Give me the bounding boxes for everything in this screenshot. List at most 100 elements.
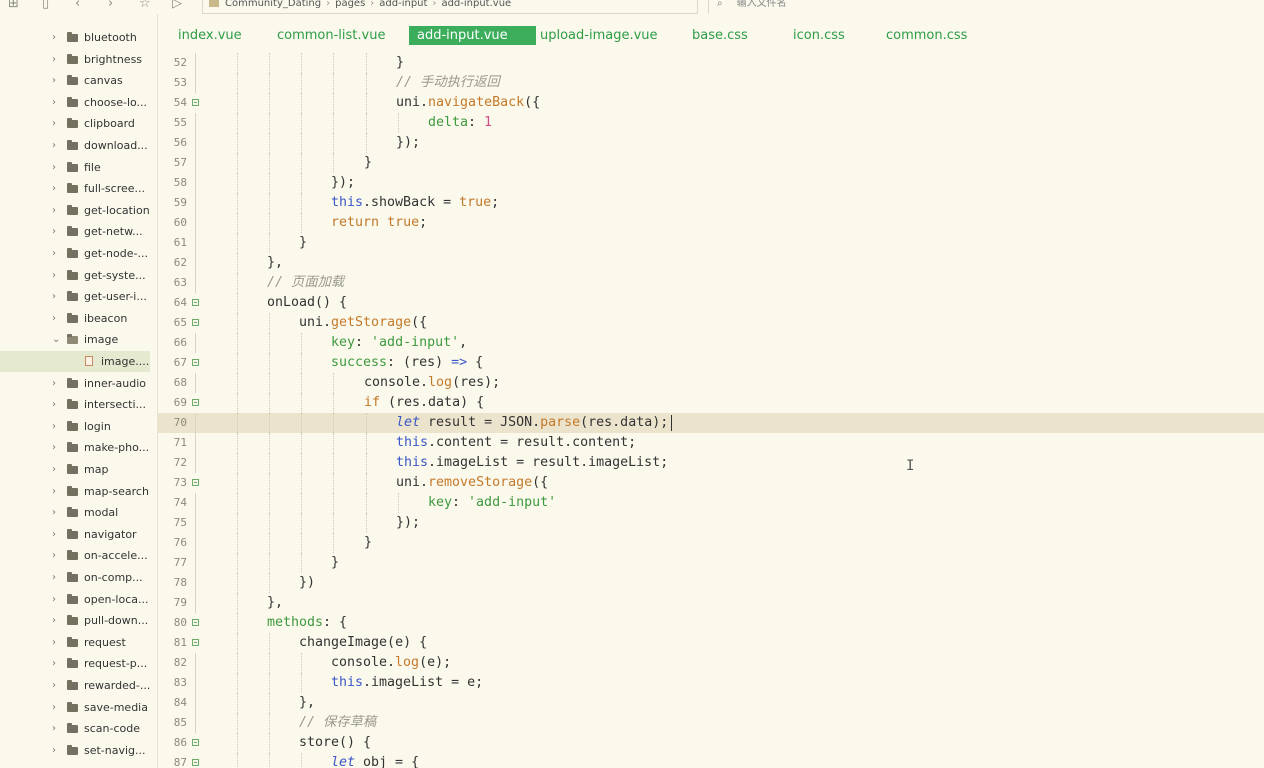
sidebar-folder-item[interactable]: › modal (0, 502, 150, 523)
fold-toggle-icon[interactable] (192, 399, 199, 406)
fold-toggle-icon[interactable] (192, 319, 199, 326)
chevron-right-icon[interactable]: › (52, 524, 56, 545)
tab-add-input-vue[interactable]: add-input.vue (409, 26, 536, 45)
chevron-right-icon[interactable]: › (52, 113, 56, 134)
code-line[interactable]: 69 if (res.data) { (158, 393, 1264, 413)
fold-toggle-icon[interactable] (192, 639, 199, 646)
code-line[interactable]: 61} (158, 233, 1264, 253)
code-line[interactable]: 77} (158, 553, 1264, 573)
tab-index-vue[interactable]: index.vue (178, 26, 242, 45)
new-file-icon[interactable]: ⊞ (8, 0, 19, 11)
chevron-right-icon[interactable]: › (52, 740, 56, 761)
sidebar-folder-item[interactable]: › get-location (0, 200, 150, 221)
chevron-down-icon[interactable]: ⌄ (52, 329, 60, 350)
chevron-right-icon[interactable]: › (52, 567, 56, 588)
sidebar-folder-item[interactable]: › canvas (0, 70, 150, 91)
sidebar-folder-item[interactable]: › navigator (0, 524, 150, 545)
code-line[interactable]: 71 this.content = result.content; (158, 433, 1264, 453)
sidebar-folder-item[interactable]: › map (0, 459, 150, 480)
chevron-right-icon[interactable]: › (52, 675, 56, 696)
chevron-right-icon[interactable]: › (52, 135, 56, 156)
sidebar-folder-item[interactable]: › request-p... (0, 653, 150, 674)
sidebar-folder-item[interactable]: › intersecti... (0, 394, 150, 415)
sidebar-folder-item[interactable]: › get-node-... (0, 243, 150, 264)
fold-toggle-icon[interactable] (192, 479, 199, 486)
chevron-right-icon[interactable]: › (52, 610, 56, 631)
sidebar-folder-item[interactable]: › ibeacon (0, 308, 150, 329)
code-line[interactable]: 57} (158, 153, 1264, 173)
code-line[interactable]: 72 this.imageList = result.imageList; (158, 453, 1264, 473)
chevron-right-icon[interactable]: › (52, 308, 56, 329)
chevron-right-icon[interactable]: › (52, 437, 56, 458)
tab-icon-css[interactable]: icon.css (793, 26, 845, 45)
chevron-right-icon[interactable]: › (52, 632, 56, 653)
code-line[interactable]: 64 onLoad() { (158, 293, 1264, 313)
breadcrumb-item[interactable]: add-input.vue (441, 0, 511, 9)
sidebar-folder-item[interactable]: › clipboard (0, 113, 150, 134)
chevron-right-icon[interactable]: › (52, 70, 56, 91)
breadcrumb-item[interactable]: pages (335, 0, 365, 9)
sidebar-folder-item[interactable]: › inner-audio (0, 373, 150, 394)
chevron-right-icon[interactable]: › (52, 200, 56, 221)
chevron-right-icon[interactable]: › (52, 243, 56, 264)
sidebar-folder-item[interactable]: › get-netw... (0, 221, 150, 242)
code-line[interactable]: 82 console.log(e); (158, 653, 1264, 673)
chevron-right-icon[interactable]: › (52, 157, 56, 178)
code-line[interactable]: 78}) (158, 573, 1264, 593)
code-line[interactable]: 55 delta: 1 (158, 113, 1264, 133)
code-line[interactable]: 59 this.showBack = true; (158, 193, 1264, 213)
chevron-right-icon[interactable]: › (52, 653, 56, 674)
sidebar-folder-item[interactable]: › choose-lo... (0, 92, 150, 113)
sidebar-folder-item[interactable]: › scan-code (0, 718, 150, 739)
code-line[interactable]: 73 uni.removeStorage({ (158, 473, 1264, 493)
chevron-right-icon[interactable]: › (52, 286, 56, 307)
fold-toggle-icon[interactable] (192, 619, 199, 626)
chevron-right-icon[interactable]: › (52, 265, 56, 286)
code-line[interactable]: 84}, (158, 693, 1264, 713)
chevron-right-icon[interactable]: › (52, 92, 56, 113)
chevron-right-icon[interactable]: › (52, 459, 56, 480)
fold-toggle-icon[interactable] (192, 359, 199, 366)
sidebar-folder-item[interactable]: › download... (0, 135, 150, 156)
back-arrow-icon[interactable]: ‹ (75, 0, 80, 11)
run-icon[interactable]: ▷ (172, 0, 182, 11)
sidebar-folder-item[interactable]: › rewarded-... (0, 675, 150, 696)
code-line[interactable]: 62}, (158, 253, 1264, 273)
sidebar-folder-item[interactable]: › file (0, 157, 150, 178)
chevron-right-icon[interactable]: › (52, 502, 56, 523)
code-line[interactable]: 81 changeImage(e) { (158, 633, 1264, 653)
chevron-right-icon[interactable]: › (52, 178, 56, 199)
sidebar-folder-item[interactable]: › brightness (0, 49, 150, 70)
code-line[interactable]: 86 store() { (158, 733, 1264, 753)
chevron-right-icon[interactable]: › (52, 589, 56, 610)
code-line[interactable]: 58}); (158, 173, 1264, 193)
tab-common-list-vue[interactable]: common-list.vue (277, 26, 385, 45)
sidebar-folder-item[interactable]: › set-navig... (0, 740, 150, 761)
breadcrumb-item[interactable]: Community_Dating (225, 0, 321, 9)
code-line[interactable]: 63 // 页面加载 (158, 273, 1264, 293)
fold-toggle-icon[interactable] (192, 739, 199, 746)
tab-base-css[interactable]: base.css (692, 26, 748, 45)
save-icon[interactable]: ▯ (42, 0, 49, 11)
chevron-right-icon[interactable]: › (52, 697, 56, 718)
code-line[interactable]: 56}); (158, 133, 1264, 153)
sidebar-folder-item[interactable]: › get-syste... (0, 265, 150, 286)
file-search-input[interactable]: ⌕ 输入文件名 (708, 0, 1264, 14)
star-icon[interactable]: ☆ (139, 0, 151, 11)
code-line[interactable]: 85 // 保存草稿 (158, 713, 1264, 733)
sidebar-folder-item[interactable]: › map-search (0, 481, 150, 502)
breadcrumb-item[interactable]: add-input (379, 0, 427, 9)
sidebar-folder-item[interactable]: › on-comp... (0, 567, 150, 588)
sidebar-folder-item[interactable]: › on-accele... (0, 545, 150, 566)
code-line[interactable]: 80 methods: { (158, 613, 1264, 633)
chevron-right-icon[interactable]: › (52, 545, 56, 566)
sidebar-folder-item[interactable]: › login (0, 416, 150, 437)
fold-toggle-icon[interactable] (192, 99, 199, 106)
code-line[interactable]: 68 console.log(res); (158, 373, 1264, 393)
fold-toggle-icon[interactable] (192, 299, 199, 306)
sidebar-folder-item[interactable]: ⌄ image (0, 329, 150, 350)
code-line[interactable]: 66 key: 'add-input', (158, 333, 1264, 353)
code-line[interactable]: 60 return true; (158, 213, 1264, 233)
code-line[interactable]: 74 key: 'add-input' (158, 493, 1264, 513)
sidebar-folder-item[interactable]: › save-media (0, 697, 150, 718)
